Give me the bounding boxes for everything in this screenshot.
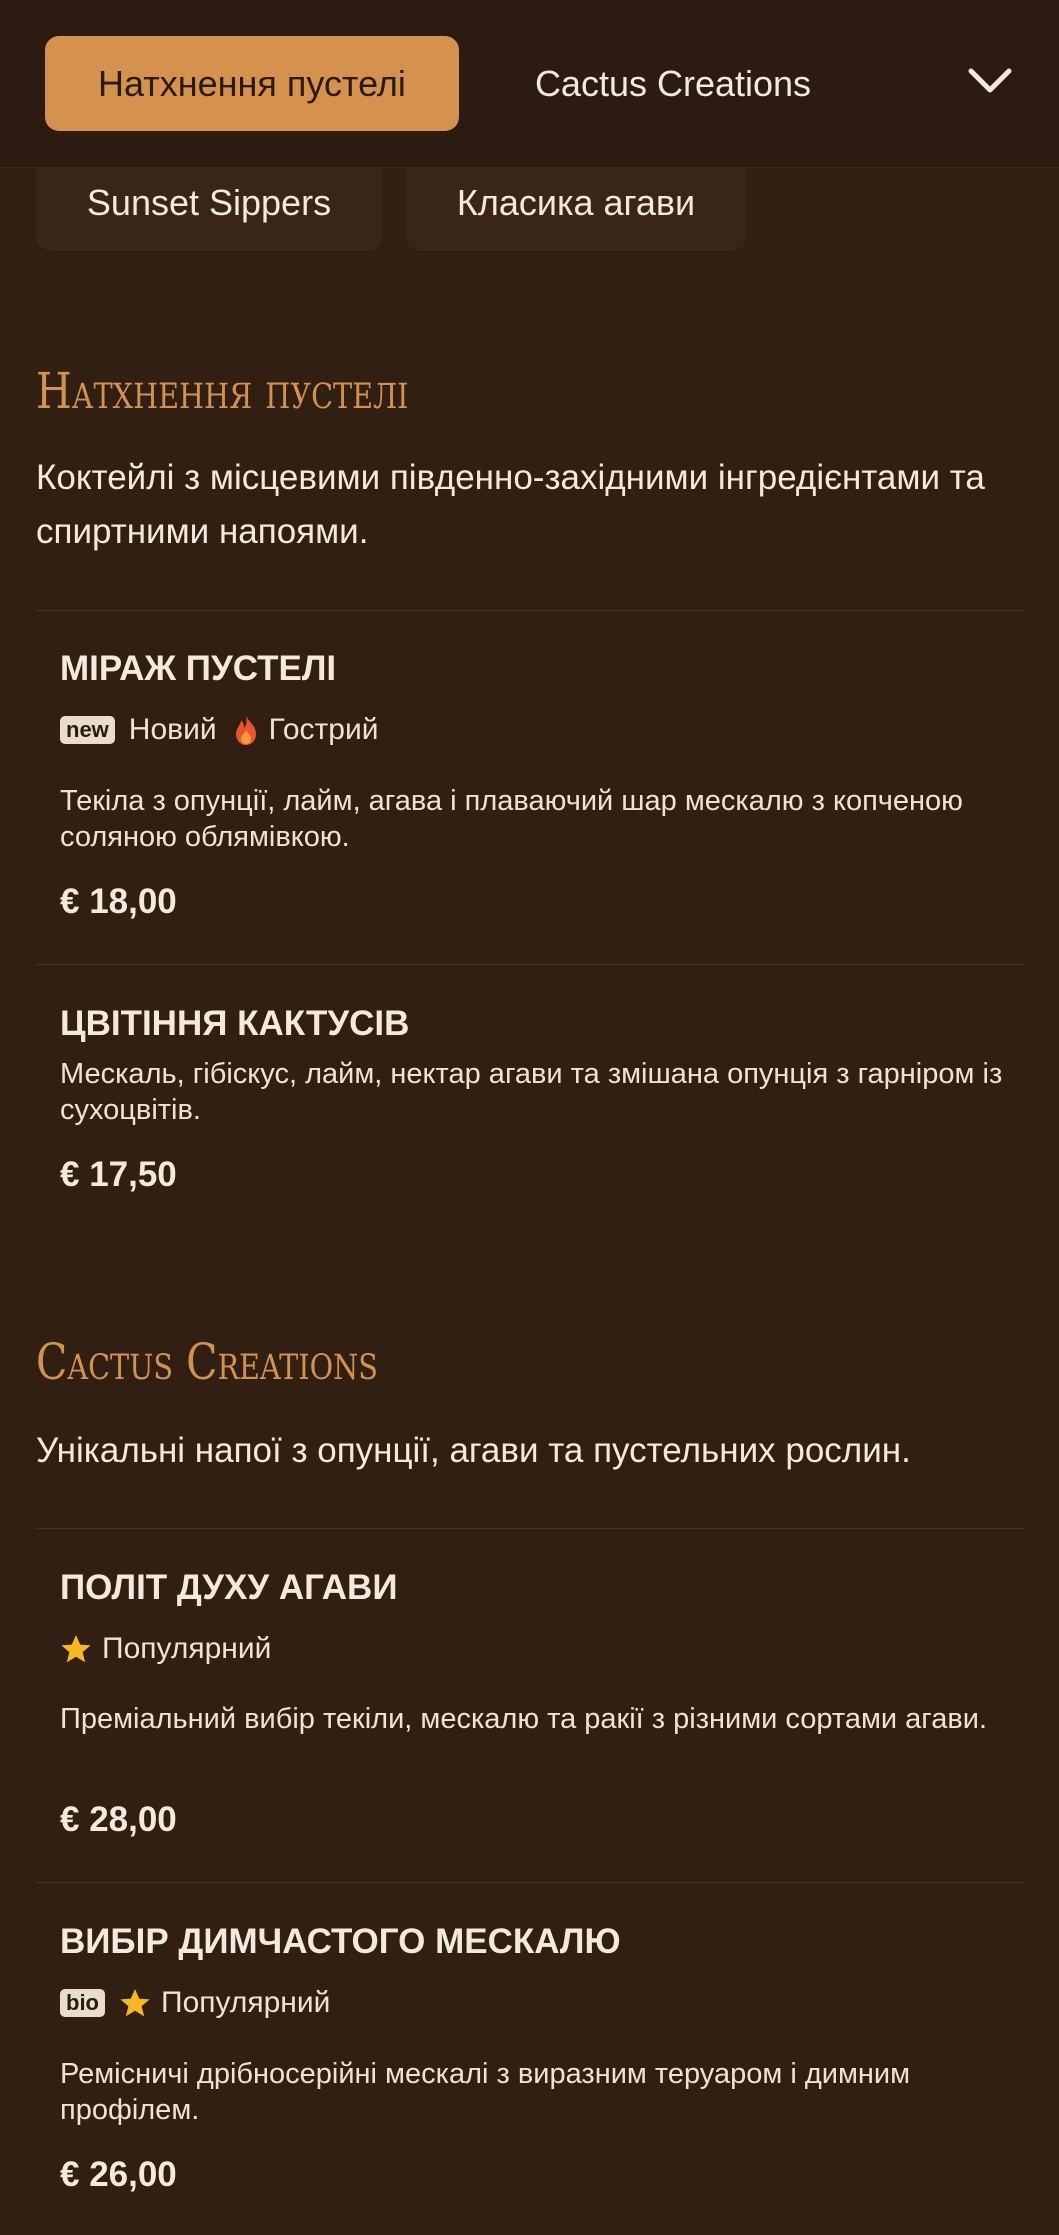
tab-cactus-creations[interactable]: Cactus Creations <box>500 36 846 131</box>
bio-badge: bio <box>60 1989 105 2017</box>
menu-item-description: Преміальний вибір текіли, мескалю та рак… <box>60 1703 988 1735</box>
menu-item-description: Текіла з опунції, лайм, агава і плаваючи… <box>60 785 963 853</box>
category-nav: Натхнення пустелі Cactus Creations <box>0 0 1059 168</box>
tab-agave-classics[interactable]: Класика агави <box>406 168 746 251</box>
menu-item-name: МІРАЖ ПУСТЕЛІ <box>60 649 337 688</box>
divider <box>36 964 1024 965</box>
star-icon <box>60 1633 92 1665</box>
menu-item-price: € 26,00 <box>60 2155 177 2194</box>
section-title: Натхнення пустелі <box>36 362 409 420</box>
menu-item-price: € 28,00 <box>60 1800 177 1839</box>
section-title: Cactus Creations <box>36 1333 378 1391</box>
menu-item-tags: Популярний <box>60 1629 287 1669</box>
menu-item-price: € 18,00 <box>60 882 177 921</box>
tag-spicy: Гострий <box>268 713 379 746</box>
categories-dropdown-button[interactable] <box>940 36 1040 131</box>
menu-item-description: Мескаль, гібіскус, лайм, нектар агави та… <box>60 1058 1003 1126</box>
divider <box>36 1528 1024 1529</box>
tag-new: Новий <box>128 713 217 746</box>
menu-item-name: ПОЛІТ ДУХУ АГАВИ <box>60 1568 398 1607</box>
divider <box>36 1882 1024 1883</box>
new-badge: new <box>60 716 115 744</box>
fire-icon <box>233 714 259 746</box>
divider <box>36 610 1024 611</box>
menu-item-name: ЦВІТІННЯ КАКТУСІВ <box>60 1004 410 1043</box>
menu-item-name: ВИБІР ДИМЧАСТОГО МЕСКАЛЮ <box>60 1922 621 1961</box>
tag-popular: Популярний <box>102 1632 272 1665</box>
chevron-down-icon <box>967 67 1013 100</box>
tab-desert-inspiration[interactable]: Натхнення пустелі <box>45 36 459 131</box>
menu-item-description: Ремісничі дрібносерійні мескалі з виразн… <box>60 2058 911 2126</box>
menu-item-price: € 17,50 <box>60 1155 177 1194</box>
menu-item-tags: bio Популярний <box>60 1983 346 2023</box>
tab-sunset-sippers[interactable]: Sunset Sippers <box>36 168 382 251</box>
tag-popular: Популярний <box>161 1986 331 2019</box>
section-description: Унікальні напої з опунції, агави та пуст… <box>36 1431 911 1470</box>
star-icon <box>119 1987 151 2019</box>
tab-overflow-hint <box>925 60 935 106</box>
section-description: Коктейлі з місцевими південно-західними … <box>36 458 985 551</box>
menu-item-tags: new Новий Гострий <box>60 710 394 750</box>
